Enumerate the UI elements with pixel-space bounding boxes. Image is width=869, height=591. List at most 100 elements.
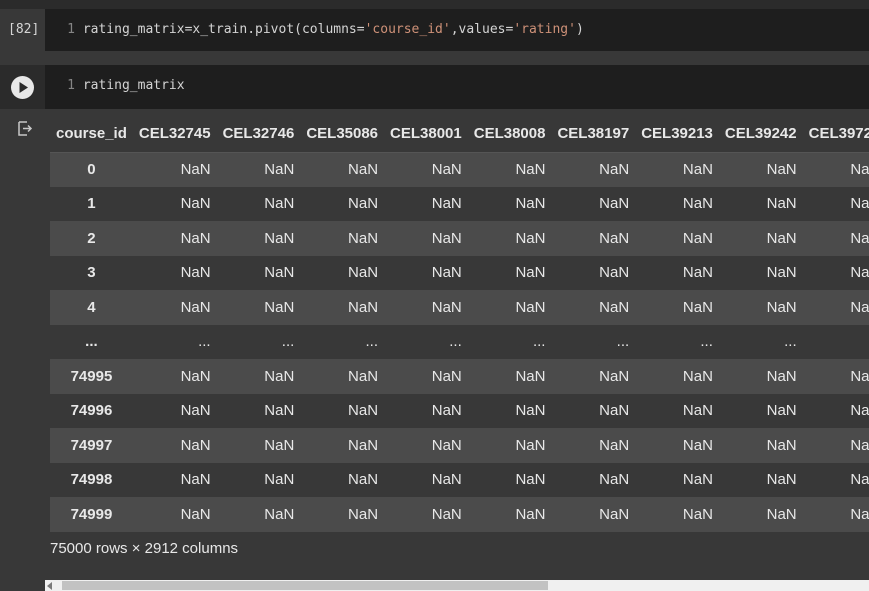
table-cell: NaN bbox=[766, 402, 797, 420]
code-cell-display[interactable]: 1 rating_matrix bbox=[0, 59, 869, 111]
table-cell: NaN bbox=[850, 195, 869, 213]
table-cell: NaN bbox=[599, 264, 630, 282]
code-editor[interactable]: 1 rating_matrix=x_train.pivot(columns='c… bbox=[45, 9, 869, 51]
column-header: CEL35086 bbox=[300, 116, 385, 152]
table-cell: NaN bbox=[599, 161, 630, 178]
dataframe-table: course_id CEL32745 CEL32746 CEL35086 CEL380… bbox=[50, 116, 869, 532]
table-cell: NaN bbox=[431, 161, 462, 178]
table-cell: NaN bbox=[431, 195, 462, 213]
table-cell: NaN bbox=[431, 264, 462, 282]
code-editor[interactable]: 1 rating_matrix bbox=[45, 65, 869, 109]
table-cell: NaN bbox=[682, 367, 713, 385]
table-cell: ... bbox=[449, 333, 462, 351]
cell-top-bar bbox=[0, 0, 869, 9]
table-cell: NaN bbox=[348, 161, 379, 178]
column-header: CEL32745 bbox=[132, 116, 217, 152]
table-cell: NaN bbox=[348, 229, 379, 247]
table-cell: NaN bbox=[599, 367, 630, 385]
table-cell: NaN bbox=[180, 402, 211, 420]
line-number: 1 bbox=[67, 22, 75, 37]
table-cell: NaN bbox=[850, 161, 869, 178]
table-cell: NaN bbox=[264, 505, 295, 523]
table-cell: NaN bbox=[431, 229, 462, 247]
table-cell: NaN bbox=[180, 505, 211, 523]
row-index: 4 bbox=[87, 298, 96, 316]
table-cell: ... bbox=[784, 333, 797, 351]
code-token: ) bbox=[575, 22, 584, 37]
table-cell: NaN bbox=[682, 195, 713, 213]
table-row: 4 NaN NaN NaN NaN NaN NaN NaN NaN NaN bbox=[50, 290, 869, 325]
table-cell: NaN bbox=[515, 402, 546, 420]
code-cell-pivot[interactable]: [82] 1 rating_matrix=x_train.pivot(colum… bbox=[0, 0, 869, 59]
dataframe-output: course_id CEL32745 CEL32746 CEL35086 CEL380… bbox=[50, 116, 869, 532]
column-header: CEL32746 bbox=[216, 116, 301, 152]
table-cell: NaN bbox=[766, 436, 797, 454]
column-header: CEL39727 bbox=[802, 116, 869, 152]
row-index: 74995 bbox=[70, 367, 113, 385]
column-header: CEL38008 bbox=[467, 116, 552, 152]
table-cell: NaN bbox=[599, 229, 630, 247]
row-index: 3 bbox=[87, 264, 96, 282]
output-redirect-icon[interactable] bbox=[16, 120, 34, 138]
table-cell: NaN bbox=[348, 367, 379, 385]
row-index: 74998 bbox=[70, 471, 113, 489]
table-cell: NaN bbox=[431, 505, 462, 523]
code-line[interactable]: 1 rating_matrix bbox=[45, 75, 184, 97]
notebook-page: [82] 1 rating_matrix=x_train.pivot(colum… bbox=[0, 0, 869, 591]
table-cell: ... bbox=[281, 333, 295, 351]
table-cell: ... bbox=[700, 333, 713, 351]
table-cell: NaN bbox=[850, 367, 869, 385]
table-cell: NaN bbox=[348, 264, 379, 282]
table-cell: ... bbox=[616, 333, 630, 351]
table-cell: NaN bbox=[682, 402, 713, 420]
table-cell: NaN bbox=[180, 471, 211, 489]
arrow-left-icon[interactable] bbox=[47, 582, 52, 590]
table-cell: NaN bbox=[850, 298, 869, 316]
table-cell: NaN bbox=[264, 298, 295, 316]
index-header: course_id bbox=[50, 116, 133, 152]
row-index: 0 bbox=[87, 161, 96, 178]
column-header: CEL38197 bbox=[551, 116, 636, 152]
table-cell: NaN bbox=[180, 367, 211, 385]
table-cell: NaN bbox=[766, 505, 797, 523]
table-cell: NaN bbox=[348, 195, 379, 213]
table-cell: NaN bbox=[599, 505, 630, 523]
table-cell: NaN bbox=[682, 298, 713, 316]
horizontal-scrollbar[interactable] bbox=[45, 580, 869, 591]
run-cell-button[interactable] bbox=[11, 76, 34, 99]
table-cell: NaN bbox=[180, 298, 211, 316]
table-cell: NaN bbox=[431, 402, 462, 420]
string-token: 'course_id' bbox=[364, 22, 451, 37]
table-cell: NaN bbox=[264, 195, 295, 213]
table-cell: NaN bbox=[264, 471, 295, 489]
table-cell: NaN bbox=[682, 161, 713, 178]
row-index: 1 bbox=[87, 195, 96, 213]
table-cell: NaN bbox=[515, 505, 546, 523]
table-row: 2 NaN NaN NaN NaN NaN NaN NaN NaN NaN bbox=[50, 221, 869, 256]
table-row: 74997 NaN NaN NaN NaN NaN NaN NaN NaN NaN bbox=[50, 428, 869, 463]
scrollbar-thumb[interactable] bbox=[62, 581, 548, 590]
table-cell: NaN bbox=[599, 402, 630, 420]
code-token: rating_matrix=x_train.pivot(columns= bbox=[82, 22, 365, 37]
table-cell: NaN bbox=[850, 264, 869, 282]
table-cell: NaN bbox=[264, 402, 295, 420]
table-row: 1 NaN NaN NaN NaN NaN NaN NaN NaN NaN bbox=[50, 186, 869, 221]
table-cell: NaN bbox=[850, 471, 869, 489]
table-row: 74998 NaN NaN NaN NaN NaN NaN NaN NaN NaN bbox=[50, 462, 869, 497]
execution-count: [82] bbox=[8, 22, 40, 37]
table-cell: NaN bbox=[515, 471, 546, 489]
row-index: 74997 bbox=[70, 436, 113, 454]
table-cell: NaN bbox=[348, 402, 379, 420]
column-header: CEL38001 bbox=[384, 116, 468, 152]
table-cell: NaN bbox=[599, 195, 630, 213]
table-header-row: course_id CEL32745 CEL32746 CEL35086 CEL380… bbox=[50, 116, 869, 152]
table-cell: NaN bbox=[850, 229, 869, 247]
line-number: 1 bbox=[67, 78, 75, 93]
table-row: 0 NaN NaN NaN NaN NaN NaN NaN NaN NaN bbox=[50, 152, 869, 187]
table-cell: NaN bbox=[515, 161, 546, 178]
code-line[interactable]: 1 rating_matrix=x_train.pivot(columns='c… bbox=[45, 19, 584, 41]
row-index: ... bbox=[85, 333, 98, 351]
table-cell: ... bbox=[803, 325, 869, 360]
table-cell: NaN bbox=[348, 505, 379, 523]
table-cell: NaN bbox=[515, 264, 546, 282]
